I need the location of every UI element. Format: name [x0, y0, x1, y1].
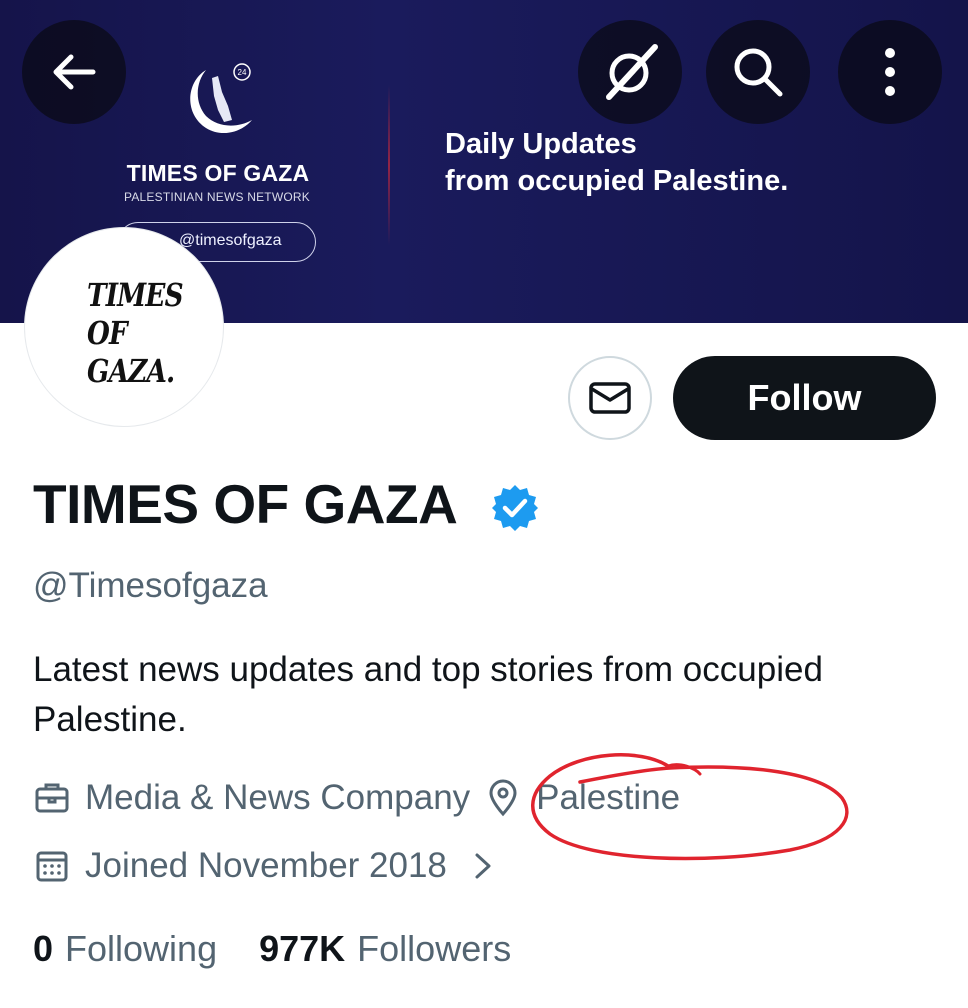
following-stat[interactable]: 0 Following — [33, 928, 217, 970]
svg-text:24: 24 — [238, 68, 247, 77]
profile-handle: @Timesofgaza — [33, 566, 268, 605]
banner-tagline-line2: from occupied Palestine. — [445, 165, 789, 197]
profile-joined-row[interactable]: Joined November 2018 — [33, 846, 497, 886]
banner-brand-subtitle: PALESTINIAN NEWS NETWORK — [124, 190, 310, 204]
search-button[interactable] — [706, 20, 810, 124]
more-vertical-icon — [885, 48, 895, 96]
chevron-right-icon — [475, 853, 491, 879]
banner-divider — [388, 85, 390, 245]
envelope-icon — [589, 382, 631, 414]
times-of-gaza-logo-icon: 24 — [190, 63, 252, 134]
calendar-icon — [36, 851, 68, 882]
followers-label: Followers — [357, 928, 512, 969]
search-icon — [734, 48, 783, 97]
profile-meta-row: Media & News Company Palestine — [33, 778, 680, 818]
banner-tagline-line1: Daily Updates — [445, 128, 637, 160]
location-pin-icon — [489, 779, 517, 817]
follow-button[interactable]: Follow — [673, 356, 936, 440]
followers-count: 977K — [259, 928, 346, 969]
profile-page: 24 TIMES OF GAZA PALESTINIAN NEWS NETWOR… — [0, 0, 968, 1008]
verified-badge-icon[interactable] — [490, 483, 540, 533]
profile-bio: Latest news updates and top stories from… — [33, 650, 823, 739]
banner-tagline: Daily Updates from occupied Palestine. — [445, 126, 788, 200]
following-label: Following — [65, 928, 218, 969]
avatar-logo-text: TIMES OF GAZA. — [87, 276, 184, 390]
message-button[interactable] — [568, 356, 652, 440]
briefcase-icon — [35, 783, 69, 813]
profile-category: Media & News Company — [85, 778, 471, 817]
banner-brand-title: TIMES OF GAZA — [126, 160, 310, 186]
display-name: TIMES OF GAZA — [33, 473, 458, 535]
more-options-button[interactable] — [838, 20, 942, 124]
profile-location: Palestine — [536, 778, 681, 817]
arrow-left-icon — [53, 54, 96, 90]
following-count: 0 — [33, 928, 54, 969]
followers-stat[interactable]: 977K Followers — [259, 928, 511, 970]
grok-icon — [606, 44, 658, 100]
profile-joined-date: Joined November 2018 — [85, 846, 447, 885]
profile-avatar[interactable]: TIMES OF GAZA. — [25, 228, 223, 426]
grok-button[interactable] — [578, 20, 682, 124]
follow-stats: 0 Following 977K Followers — [33, 928, 553, 970]
back-button[interactable] — [22, 20, 126, 124]
